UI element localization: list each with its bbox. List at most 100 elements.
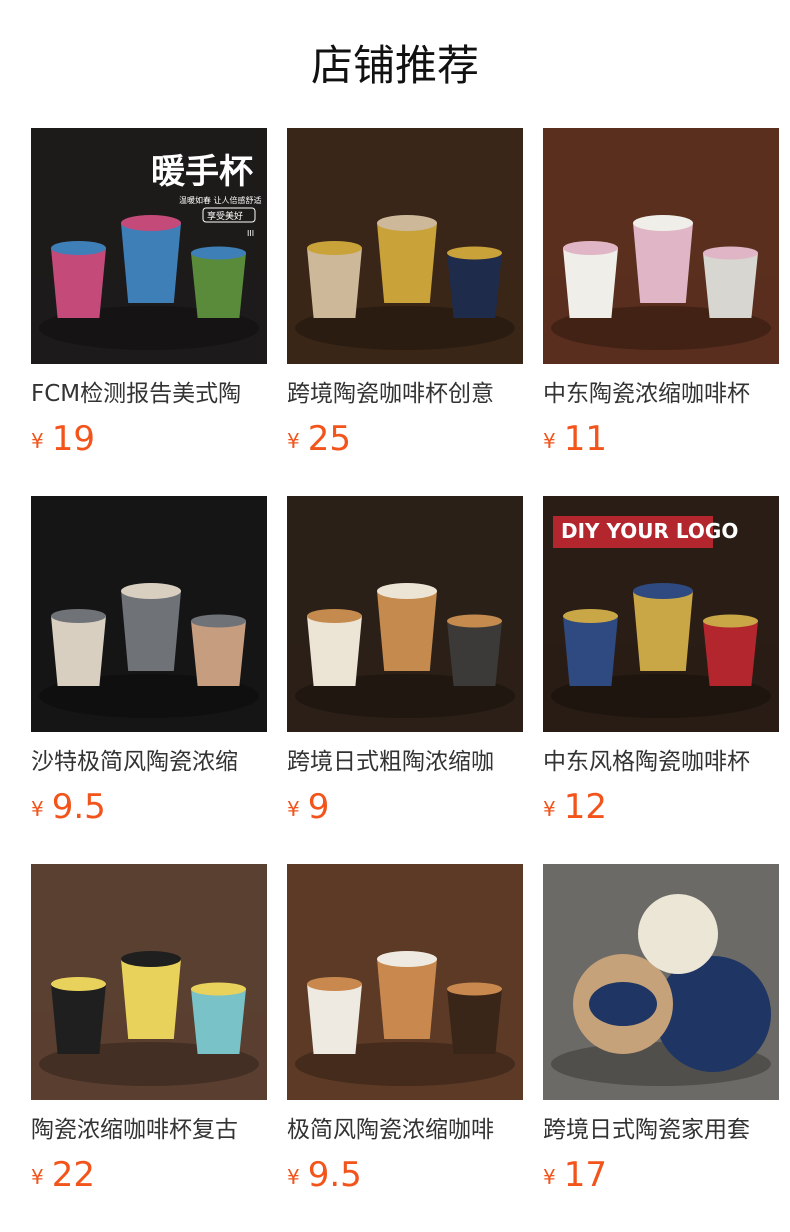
product-price: ¥19 (31, 419, 267, 459)
cup-shape (633, 591, 693, 671)
price-value: 9 (307, 787, 330, 827)
product-image[interactable] (31, 864, 267, 1100)
cup-rim (121, 951, 181, 967)
cup-rim (307, 241, 362, 255)
cup-rim (377, 583, 437, 599)
product-image[interactable] (287, 864, 523, 1100)
blue-tableware-set-photo (543, 864, 779, 1100)
product-card[interactable]: 中东陶瓷浓缩咖啡杯 ¥11 (543, 128, 779, 496)
product-price: ¥25 (287, 419, 523, 459)
currency-symbol: ¥ (543, 429, 556, 453)
overlay-page: III (247, 229, 254, 238)
bowl (589, 982, 657, 1026)
cup-shape (633, 223, 693, 303)
cup-rim (191, 982, 246, 996)
product-card[interactable]: 跨境日式陶瓷家用套 ¥17 (543, 864, 779, 1232)
product-name[interactable]: FCM检测报告美式陶 (31, 379, 267, 409)
currency-symbol: ¥ (31, 429, 44, 453)
product-name[interactable]: 陶瓷浓缩咖啡杯复古 (31, 1115, 267, 1145)
cup-rim (563, 609, 618, 623)
cup-rim (191, 246, 246, 260)
product-image[interactable]: 暖手杯 温暖如春 让人倍感舒适 享受美好 III (31, 128, 267, 364)
product-price: ¥22 (31, 1155, 267, 1195)
currency-symbol: ¥ (543, 1165, 556, 1189)
product-price: ¥9.5 (31, 787, 267, 827)
price-value: 12 (563, 787, 607, 827)
cup-shape (563, 616, 618, 686)
cup-shape (191, 253, 246, 318)
product-image[interactable] (287, 128, 523, 364)
product-image[interactable] (543, 864, 779, 1100)
product-name[interactable]: 跨境日式陶瓷家用套 (543, 1115, 779, 1145)
product-image[interactable] (31, 496, 267, 732)
product-name[interactable]: 跨境日式粗陶浓缩咖 (287, 747, 523, 777)
product-card[interactable]: 极简风陶瓷浓缩咖啡 ¥9.5 (287, 864, 523, 1232)
product-card[interactable]: 沙特极简风陶瓷浓缩 ¥9.5 (31, 496, 267, 864)
price-value: 11 (563, 419, 607, 459)
cup-shape (703, 253, 758, 318)
cup-rim (447, 246, 502, 260)
handwarmer-mug-banner-photo: 暖手杯温暖如春 让人倍感舒适享受美好 III (31, 128, 267, 364)
cup-rim (121, 215, 181, 231)
product-name[interactable]: 中东风格陶瓷咖啡杯 (543, 747, 779, 777)
cup-shape (703, 621, 758, 686)
price-value: 25 (307, 419, 351, 459)
cup-shape (307, 248, 362, 318)
product-name[interactable]: 中东陶瓷浓缩咖啡杯 (543, 379, 779, 409)
cup-rim (563, 241, 618, 255)
cup-rim (447, 982, 502, 996)
product-card[interactable]: DIY YOUR LOGO 中东风格陶瓷咖啡杯 ¥12 (543, 496, 779, 864)
price-value: 9.5 (307, 1155, 362, 1195)
product-price: ¥9 (287, 787, 523, 827)
product-card[interactable]: 跨境陶瓷咖啡杯创意 ¥25 (287, 128, 523, 496)
currency-symbol: ¥ (287, 797, 300, 821)
currency-symbol: ¥ (31, 1165, 44, 1189)
product-name[interactable]: 跨境陶瓷咖啡杯创意 (287, 379, 523, 409)
diy-logo-cups-photo: DIY YOUR LOGO (543, 496, 779, 732)
cup-shape (191, 989, 246, 1054)
product-card[interactable]: 跨境日式粗陶浓缩咖 ¥9 (287, 496, 523, 864)
product-price: ¥17 (543, 1155, 779, 1195)
price-value: 22 (51, 1155, 95, 1195)
cup-shape (51, 616, 106, 686)
cup-shape (121, 959, 181, 1039)
cup-rim (703, 246, 758, 260)
product-card[interactable]: 暖手杯 温暖如春 让人倍感舒适 享受美好 III FCM检测报告美式陶 ¥19 (31, 128, 267, 496)
product-name[interactable]: 极简风陶瓷浓缩咖啡 (287, 1115, 523, 1145)
cup-shape (121, 591, 181, 671)
cup-rim (307, 977, 362, 991)
hand-holding-engraved-cup-photo (31, 496, 267, 732)
latte-art-cups-slate-photo (287, 496, 523, 732)
cup-shape (51, 984, 106, 1054)
product-image[interactable] (287, 496, 523, 732)
cup-shape (447, 253, 502, 318)
currency-symbol: ¥ (543, 797, 556, 821)
cup-shape (447, 989, 502, 1054)
currency-symbol: ¥ (31, 797, 44, 821)
gold-plate-coffee-cups-photo (287, 128, 523, 364)
cup-rim (121, 583, 181, 599)
cup-rim (51, 609, 106, 623)
currency-symbol: ¥ (287, 429, 300, 453)
cup-shape (377, 223, 437, 303)
currency-symbol: ¥ (287, 1165, 300, 1189)
product-image[interactable]: DIY YOUR LOGO (543, 496, 779, 732)
product-price: ¥12 (543, 787, 779, 827)
product-image[interactable] (543, 128, 779, 364)
cup-rim (191, 614, 246, 628)
product-card[interactable]: 陶瓷浓缩咖啡杯复古 ¥22 (31, 864, 267, 1232)
cup-rim (633, 583, 693, 599)
cup-rim (633, 215, 693, 231)
cup-shape (307, 984, 362, 1054)
cup-shape (563, 248, 618, 318)
product-price: ¥11 (543, 419, 779, 459)
cup-rim (51, 977, 106, 991)
cup-rim (703, 614, 758, 628)
colorful-cups-set-photo (31, 864, 267, 1100)
cup-rim (307, 609, 362, 623)
cup-shape (307, 616, 362, 686)
product-name[interactable]: 沙特极简风陶瓷浓缩 (31, 747, 267, 777)
cup-shape (447, 621, 502, 686)
price-value: 17 (563, 1155, 607, 1195)
cup-rim (51, 241, 106, 255)
